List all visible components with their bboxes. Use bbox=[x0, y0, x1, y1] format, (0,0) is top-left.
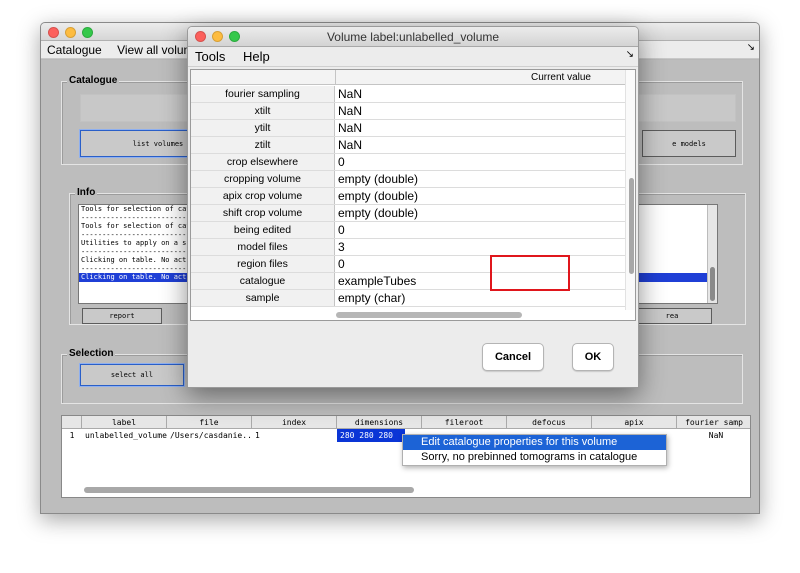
properties-table-header: Current value bbox=[191, 70, 627, 85]
cell-label[interactable]: unlabelled_volume bbox=[82, 429, 167, 442]
minimize-icon[interactable] bbox=[65, 27, 76, 38]
dialog-menubar: Tools Help ↘ bbox=[188, 47, 638, 67]
menu-help[interactable]: Help bbox=[243, 47, 270, 66]
properties-vertical-scrollbar[interactable] bbox=[625, 70, 635, 310]
property-name: catalogue bbox=[191, 273, 335, 289]
property-name: ytilt bbox=[191, 120, 335, 136]
table-row[interactable]: xtilt NaN bbox=[191, 103, 627, 120]
models-button[interactable]: e models bbox=[642, 130, 736, 157]
property-name: being edited bbox=[191, 222, 335, 238]
column-header-index[interactable]: index bbox=[252, 416, 337, 429]
table-row[interactable]: sample empty (char) bbox=[191, 290, 627, 307]
property-value[interactable]: NaN bbox=[335, 86, 362, 102]
row-number: 1 bbox=[69, 431, 75, 440]
menu-item-edit-catalogue-properties[interactable]: Edit catalogue properties for this volum… bbox=[403, 435, 666, 450]
property-name: crop elsewhere bbox=[191, 154, 335, 170]
column-header-file[interactable]: file bbox=[167, 416, 252, 429]
property-value[interactable]: empty (double) bbox=[335, 205, 418, 221]
property-value[interactable]: 3 bbox=[335, 239, 345, 255]
menu-item-no-prebinned-tomograms[interactable]: Sorry, no prebinned tomograms in catalog… bbox=[403, 450, 666, 465]
select-all-button[interactable]: select all bbox=[80, 364, 184, 386]
property-value[interactable]: empty (double) bbox=[335, 171, 418, 187]
menu-tools[interactable]: Tools bbox=[195, 47, 225, 66]
property-value[interactable]: NaN bbox=[335, 120, 362, 136]
zoom-icon[interactable] bbox=[82, 27, 93, 38]
resize-arrow-icon[interactable]: ↘ bbox=[626, 49, 634, 60]
cell-fourier-sampling[interactable]: NaN bbox=[677, 429, 750, 442]
table-row[interactable]: apix crop volume empty (double) bbox=[191, 188, 627, 205]
property-name: model files bbox=[191, 239, 335, 255]
column-header-apix[interactable]: apix bbox=[592, 416, 677, 429]
dialog-titlebar: Volume label:unlabelled_volume bbox=[188, 27, 638, 47]
column-header-fileroot[interactable]: fileroot bbox=[422, 416, 507, 429]
scroll-thumb[interactable] bbox=[629, 178, 634, 274]
highlight-annotation-box bbox=[490, 255, 570, 291]
catalogue-panel-title: Catalogue bbox=[67, 75, 120, 87]
column-header-fourier-sampling[interactable]: fourier samp bbox=[677, 416, 750, 429]
property-name: xtilt bbox=[191, 103, 335, 119]
table-row[interactable]: ztilt NaN bbox=[191, 137, 627, 154]
table-horizontal-scrollbar[interactable] bbox=[84, 487, 414, 493]
dialog-window-controls bbox=[195, 31, 240, 42]
cell-file[interactable]: /Users/casdanie... bbox=[167, 429, 252, 442]
column-header[interactable] bbox=[62, 416, 82, 429]
property-value[interactable]: NaN bbox=[335, 103, 362, 119]
volume-properties-dialog: Volume label:unlabelled_volume Tools Hel… bbox=[187, 26, 639, 388]
property-value[interactable]: NaN bbox=[335, 137, 362, 153]
info-panel-title: Info bbox=[75, 187, 98, 199]
info-scrollbar[interactable] bbox=[707, 205, 717, 303]
resize-arrow-icon[interactable]: ↘ bbox=[747, 42, 755, 53]
volume-table-header: label file index dimensions fileroot def… bbox=[62, 416, 750, 429]
menu-catalogue[interactable]: Catalogue bbox=[47, 41, 102, 59]
dialog-title: Volume label:unlabelled_volume bbox=[326, 30, 500, 44]
property-name: sample bbox=[191, 290, 335, 306]
close-icon[interactable] bbox=[48, 27, 59, 38]
property-name: cropping volume bbox=[191, 171, 335, 187]
table-row[interactable]: model files 3 bbox=[191, 239, 627, 256]
window-controls bbox=[48, 27, 93, 38]
cancel-button[interactable]: Cancel bbox=[482, 343, 544, 371]
scroll-thumb[interactable] bbox=[710, 267, 715, 301]
table-row[interactable]: crop elsewhere 0 bbox=[191, 154, 627, 171]
property-name: region files bbox=[191, 256, 335, 272]
minimize-icon[interactable] bbox=[212, 31, 223, 42]
cell-dimensions[interactable]: 280 280 280 bbox=[337, 429, 405, 442]
property-name: shift crop volume bbox=[191, 205, 335, 221]
column-header-dimensions[interactable]: dimensions bbox=[337, 416, 422, 429]
zoom-icon[interactable] bbox=[229, 31, 240, 42]
property-name: apix crop volume bbox=[191, 188, 335, 204]
column-header-property[interactable] bbox=[191, 70, 336, 85]
column-header-defocus[interactable]: defocus bbox=[507, 416, 592, 429]
property-value[interactable]: empty (char) bbox=[335, 290, 405, 306]
table-row[interactable]: fourier sampling NaN bbox=[191, 86, 627, 103]
report-button[interactable]: report bbox=[82, 308, 162, 324]
property-name: fourier sampling bbox=[191, 86, 335, 102]
table-row[interactable]: shift crop volume empty (double) bbox=[191, 205, 627, 222]
table-row[interactable]: ytilt NaN bbox=[191, 120, 627, 137]
close-icon[interactable] bbox=[195, 31, 206, 42]
column-header-label[interactable]: label bbox=[82, 416, 167, 429]
property-value[interactable]: 0 bbox=[335, 154, 345, 170]
cell-index[interactable]: 1 bbox=[252, 429, 337, 442]
table-row[interactable]: being edited 0 bbox=[191, 222, 627, 239]
context-menu: Edit catalogue properties for this volum… bbox=[402, 434, 667, 466]
area-button[interactable]: rea bbox=[632, 308, 712, 324]
selection-panel-title: Selection bbox=[67, 348, 116, 360]
table-row[interactable]: cropping volume empty (double) bbox=[191, 171, 627, 188]
ok-button[interactable]: OK bbox=[572, 343, 614, 371]
column-header-current-value[interactable]: Current value bbox=[336, 70, 627, 85]
property-value[interactable]: empty (double) bbox=[335, 188, 418, 204]
property-name: ztilt bbox=[191, 137, 335, 153]
property-value[interactable]: 0 bbox=[335, 256, 345, 272]
properties-horizontal-scrollbar[interactable] bbox=[336, 312, 522, 318]
property-value[interactable]: exampleTubes bbox=[335, 273, 416, 289]
property-value[interactable]: 0 bbox=[335, 222, 345, 238]
